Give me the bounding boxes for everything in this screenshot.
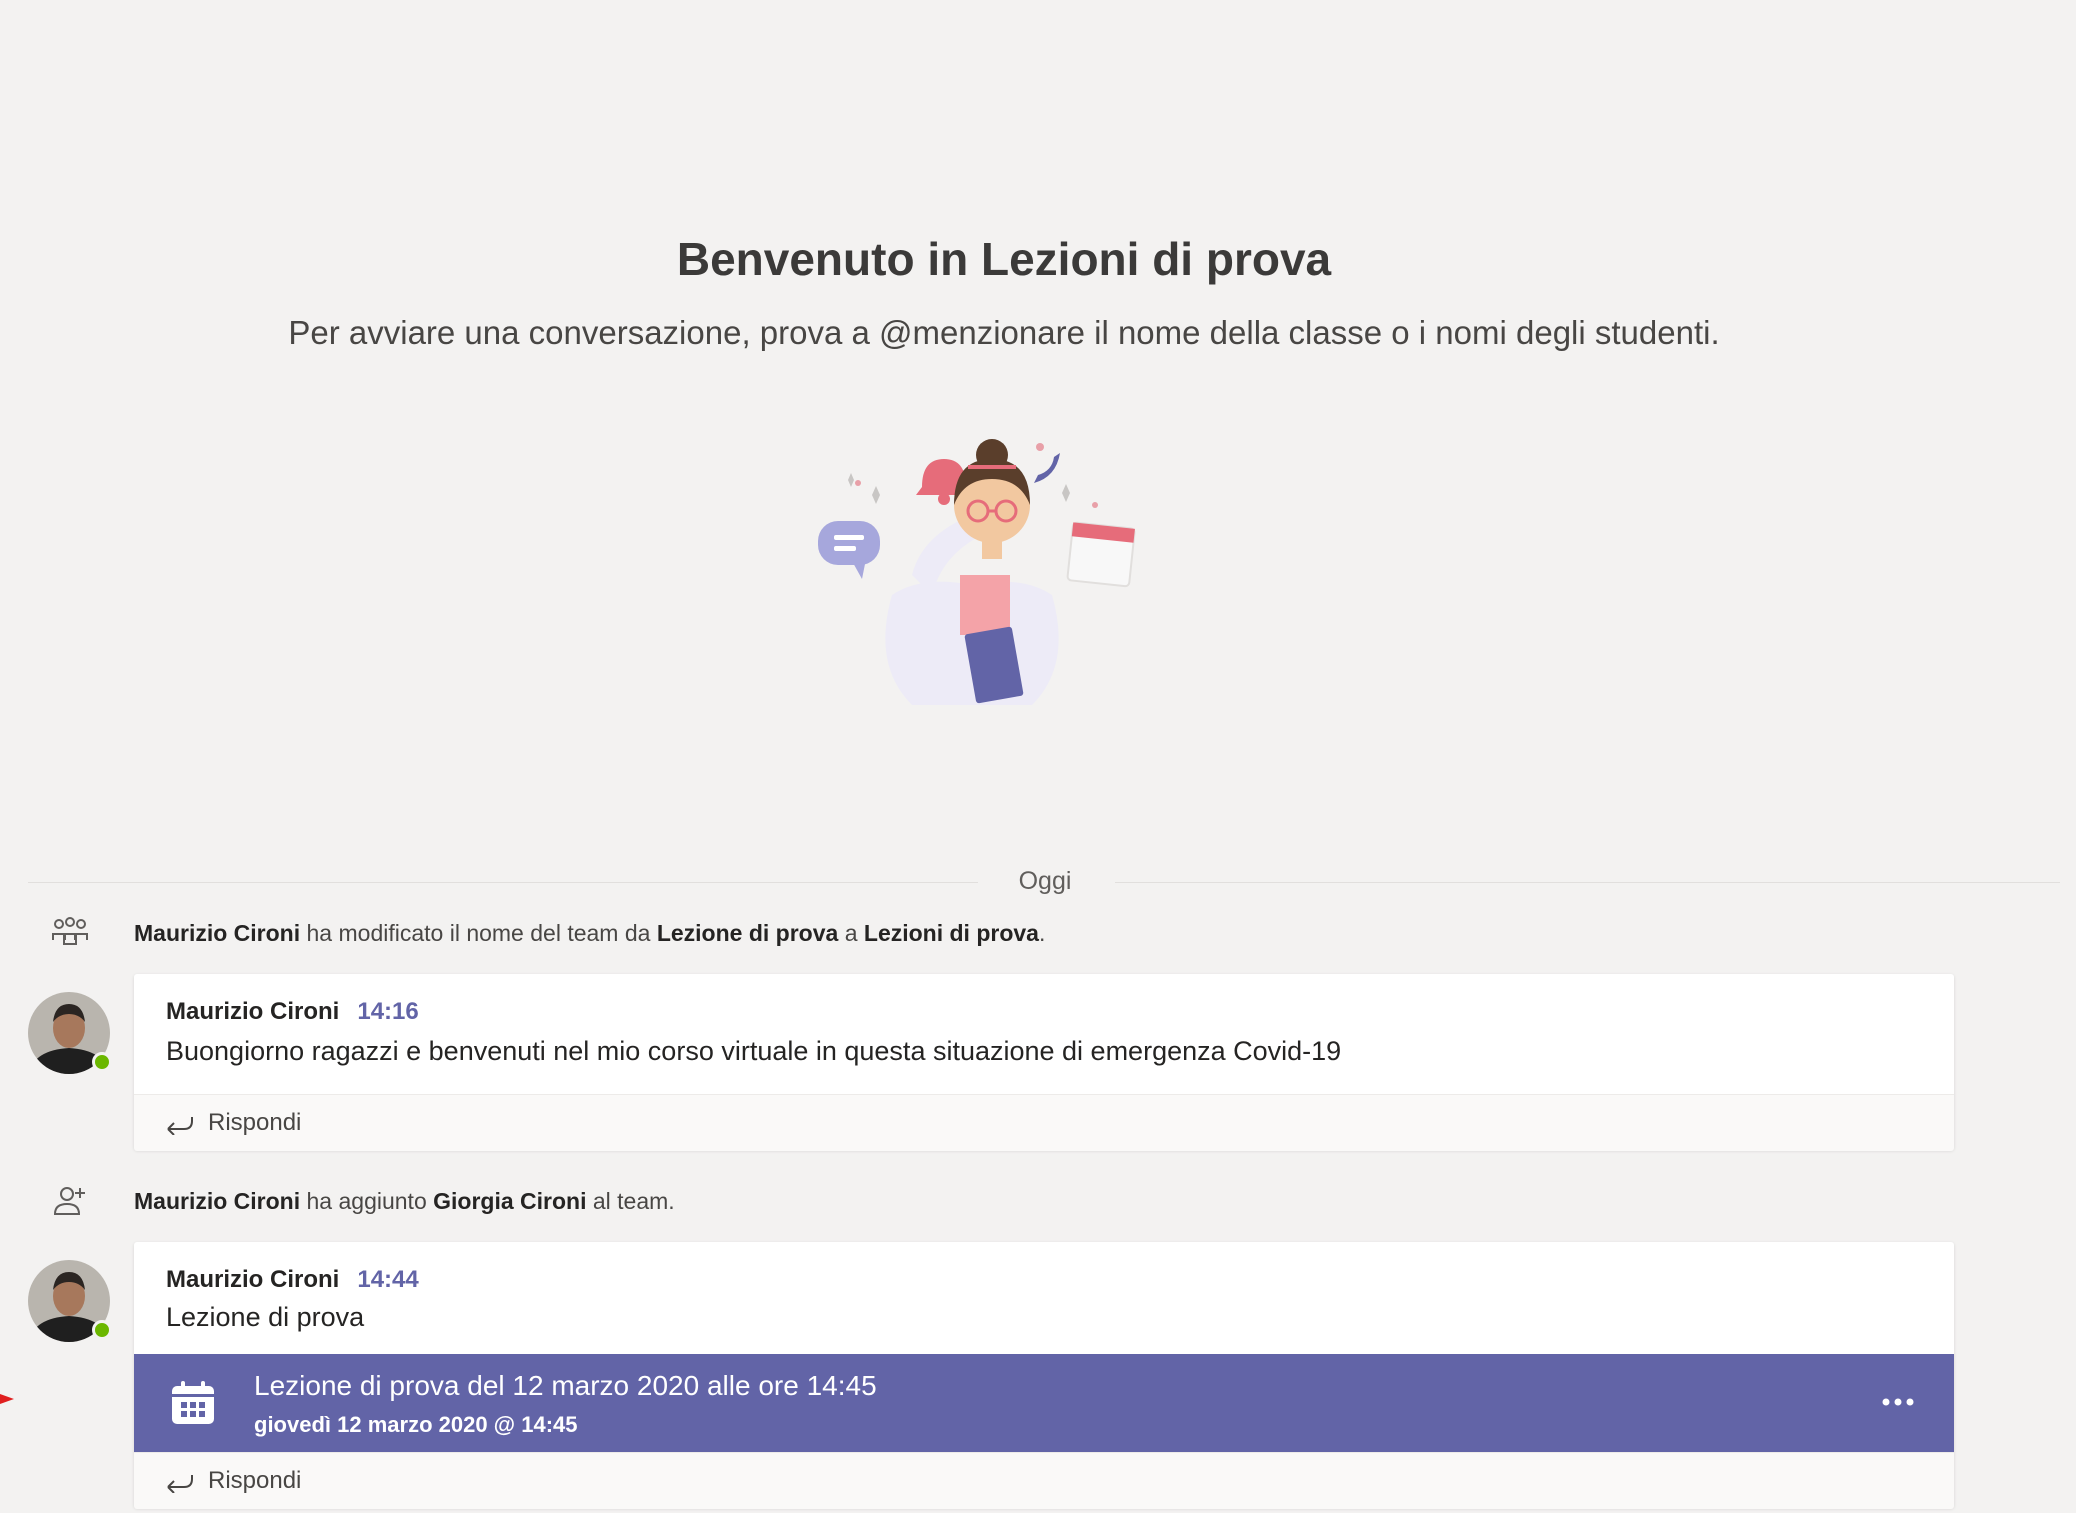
- event-text: Maurizio Cironi ha aggiunto Giorgia Ciro…: [134, 1188, 675, 1214]
- reply-button[interactable]: Rispondi: [164, 1109, 301, 1137]
- event-actor[interactable]: Maurizio Cironi: [134, 920, 300, 946]
- divider-line-right: [1115, 882, 2060, 883]
- date-divider: Oggi: [1018, 867, 1072, 895]
- add-member-icon: [53, 1187, 85, 1215]
- message-header: Maurizio Cironi 14:44: [166, 1266, 419, 1294]
- message-author[interactable]: Maurizio Cironi: [166, 1266, 339, 1293]
- event-actor[interactable]: Maurizio Cironi: [134, 1188, 300, 1214]
- reply-arrow-icon: [167, 1117, 193, 1135]
- message-card: Maurizio Cironi 14:16 Buongiorno ragazzi …: [134, 974, 1954, 1151]
- message-author[interactable]: Maurizio Cironi: [166, 998, 339, 1025]
- more-options-icon[interactable]: [1878, 1382, 1918, 1422]
- annotation-arrow-mark: [0, 1394, 14, 1404]
- calendar-illustration-icon: [1066, 521, 1136, 588]
- message-card: Maurizio Cironi 14:44 Lezione di prova Le…: [134, 1242, 1954, 1509]
- system-event-member-added: Maurizio Cironi ha aggiunto Giorgia Ciro…: [0, 1182, 1960, 1222]
- meeting-date: giovedì 12 marzo 2020 @ 14:45: [254, 1412, 578, 1437]
- phone-icon: [1034, 453, 1060, 483]
- avatar[interactable]: [28, 992, 112, 1074]
- event-text: Maurizio Cironi ha modificato il nome de…: [134, 920, 1046, 946]
- reply-bar: Rispondi: [134, 1094, 1954, 1151]
- meeting-title[interactable]: Lezione di prova del 12 marzo 2020 alle …: [254, 1370, 877, 1402]
- reply-label: Rispondi: [208, 1467, 302, 1494]
- message-body: Lezione di prova: [166, 1302, 365, 1332]
- message-body: Buongiorno ragazzi e benvenuti nel mio c…: [166, 1036, 1342, 1066]
- meeting-card[interactable]: Lezione di prova del 12 marzo 2020 alle …: [134, 1354, 1954, 1452]
- reply-button[interactable]: Rispondi: [164, 1467, 301, 1495]
- reply-label: Rispondi: [208, 1109, 302, 1136]
- added-member[interactable]: Giorgia Cironi: [433, 1188, 586, 1214]
- presence-available-icon: [92, 1052, 112, 1072]
- system-event-rename: Maurizio Cironi ha modificato il nome de…: [0, 914, 1960, 954]
- avatar[interactable]: [28, 1260, 112, 1342]
- new-team-name: Lezioni di prova: [863, 920, 1039, 946]
- team-icon: [52, 917, 88, 945]
- old-team-name: Lezione di prova: [656, 920, 839, 946]
- calendar-icon: [172, 1381, 214, 1424]
- welcome-title: Benvenuto in Lezioni di prova: [676, 233, 1332, 285]
- reply-bar: Rispondi: [134, 1452, 1954, 1509]
- message-timestamp: 14:44: [357, 1266, 419, 1293]
- message-header: Maurizio Cironi 14:16: [166, 998, 419, 1026]
- reply-arrow-icon: [167, 1475, 193, 1493]
- presence-available-icon: [92, 1320, 112, 1340]
- divider-line-left: [28, 882, 978, 883]
- chat-bubble-icon: [818, 521, 880, 579]
- welcome-subtitle: Per avviare una conversazione, prova a @…: [288, 314, 1720, 351]
- message-timestamp: 14:16: [357, 998, 419, 1025]
- welcome-illustration: [818, 439, 1136, 705]
